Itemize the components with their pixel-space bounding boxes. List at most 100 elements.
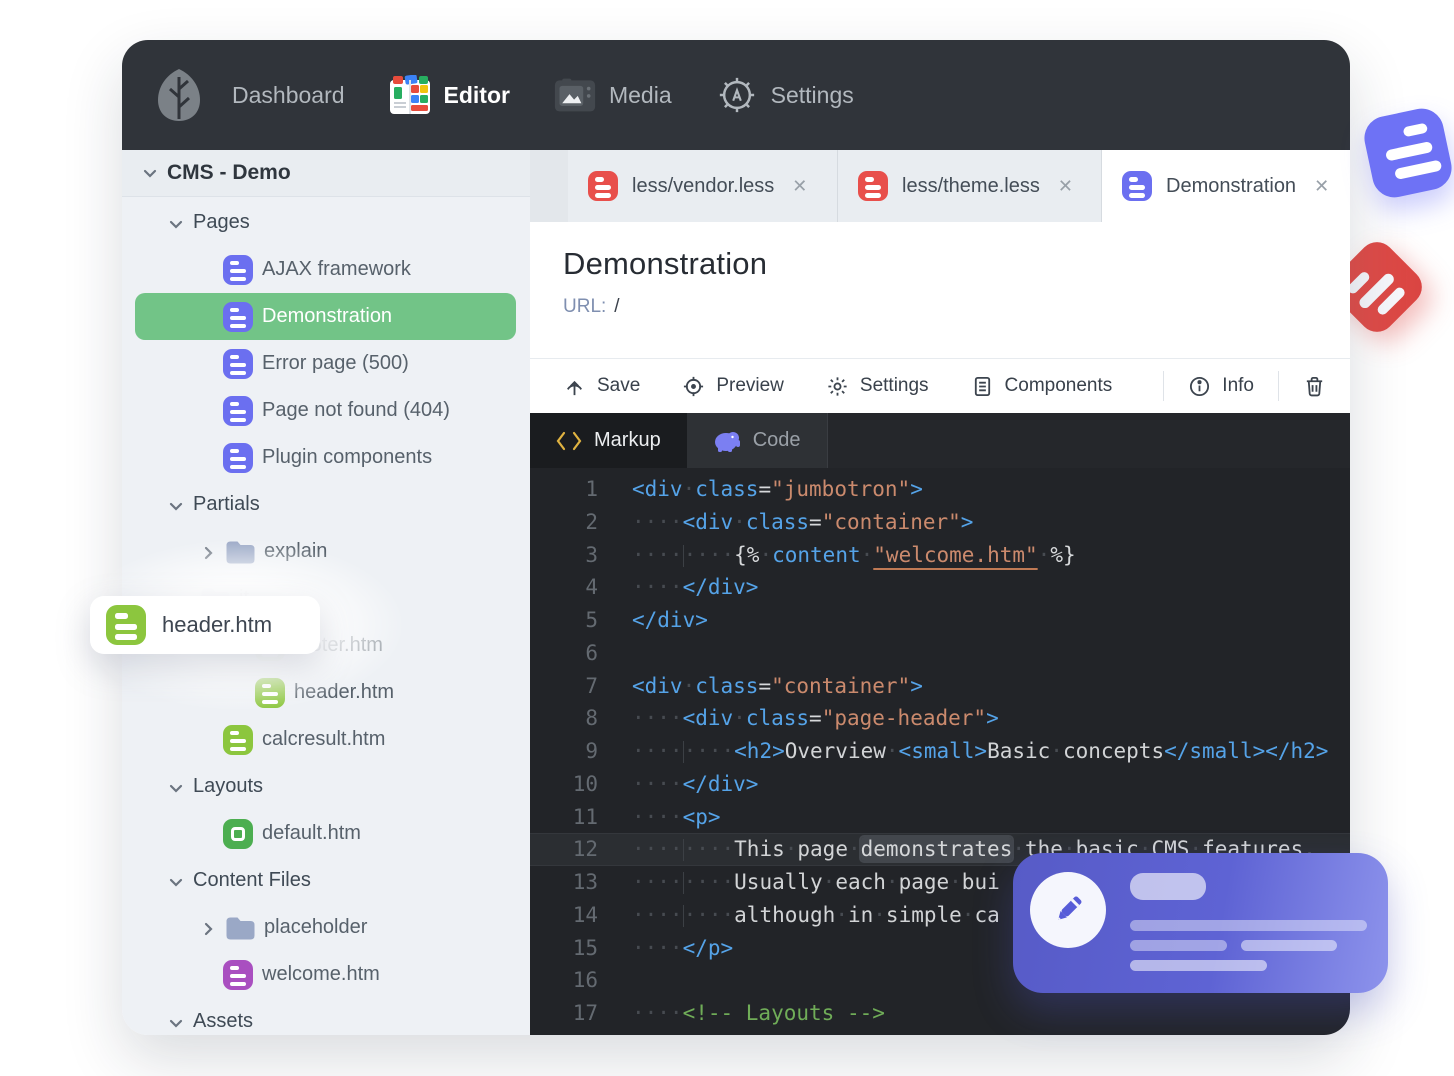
layout-file-icon (223, 818, 253, 849)
line-content: ········{%·content·"welcome.htm"·%} (632, 542, 1076, 567)
gear-icon (828, 376, 847, 396)
tree-item-label: header.htm (294, 681, 395, 703)
nav-item-dashboard[interactable]: Dashboard (232, 82, 345, 109)
close-tab-icon[interactable]: ✕ (792, 176, 807, 197)
tree-item-label: Error page (500) (262, 352, 409, 374)
card-skeleton-title (1130, 873, 1206, 900)
tree-item-pages[interactable]: Pages (122, 199, 530, 246)
file-icon (255, 677, 285, 708)
close-tab-icon[interactable]: ✕ (1058, 176, 1073, 197)
line-number: 8 (585, 706, 598, 731)
tab-label: Demonstration (1166, 174, 1297, 197)
card-skeleton-line (1130, 960, 1267, 971)
file-icon (223, 395, 253, 426)
tree-item-welcome-htm[interactable]: welcome.htm (122, 951, 530, 998)
nav-label: Settings (770, 81, 854, 108)
line-content: ····</div> (632, 771, 759, 796)
tree-item-ajax-framework[interactable]: AJAX framework (122, 246, 530, 293)
media-icon (554, 78, 596, 112)
line-content: ········<h2>Overview·<small>Basic·concep… (632, 739, 1329, 763)
tab-less-theme-less[interactable]: less/theme.less ✕ (838, 150, 1102, 222)
tree-item-demonstration[interactable]: Demonstration (122, 293, 530, 340)
tree-item-label: calcresult.htm (262, 728, 386, 750)
pencil-badge (1030, 872, 1106, 948)
tree-item-error-page-500[interactable]: Error page (500) (122, 340, 530, 387)
code-line: 17 ····<!-- Layouts --> (530, 997, 1350, 1030)
tree-item-default-htm[interactable]: default.htm (122, 810, 530, 857)
document-tabstrip: less/vendor.less ✕ less/theme.less ✕ Demonst… (530, 150, 1350, 222)
nav-item-media[interactable]: Media (554, 75, 672, 115)
line-content: ····<div·class="container"> (632, 509, 974, 534)
tree-item-page-not-found-404[interactable]: Page not found (404) (122, 387, 530, 434)
tree-item-layouts[interactable]: Layouts (122, 763, 530, 810)
nav-item-settings[interactable]: Settings (716, 75, 854, 115)
code-line: 4 ····</div> (530, 571, 1350, 604)
line-number: 5 (585, 608, 598, 632)
line-number: 15 (572, 935, 598, 960)
trash-icon (1306, 376, 1323, 396)
delete-button[interactable] (1303, 375, 1326, 398)
file-icon (223, 348, 253, 379)
editor-tab-label: Code (752, 429, 801, 451)
tree-item-label: Layouts (193, 775, 264, 797)
settings-button[interactable]: Settings (826, 375, 929, 398)
sidebar-root-item[interactable]: CMS - Demo (122, 150, 530, 197)
chevron-down-icon (143, 169, 157, 178)
components-button[interactable]: Components (971, 375, 1112, 398)
folder-icon (225, 916, 255, 940)
line-content: ········although·in·simple·ca (632, 902, 1000, 927)
leaf-logo-icon[interactable] (156, 67, 202, 123)
url-value: / (614, 296, 620, 317)
folder-icon (225, 540, 255, 564)
tab-label: less/vendor.less (632, 174, 775, 197)
tree-item-label: placeholder (264, 916, 368, 938)
components-doc-icon (974, 376, 990, 396)
close-tab-icon[interactable]: ✕ (1314, 176, 1329, 197)
toolbar-separator (1163, 371, 1165, 401)
settings-label: Settings (859, 375, 929, 396)
line-content: ····<!-- Layouts --> (632, 1001, 885, 1025)
tab-less-vendor-less[interactable]: less/vendor.less ✕ (568, 150, 838, 222)
preview-button[interactable]: Preview (682, 375, 784, 398)
drag-ghost[interactable]: header.htm (90, 596, 320, 654)
preview-label: Preview (716, 375, 784, 396)
nav-item-editor[interactable]: Editor (389, 75, 510, 115)
tree-item-calcresult-htm[interactable]: calcresult.htm (122, 716, 530, 763)
line-number: 14 (572, 902, 598, 927)
tree-item-placeholder[interactable]: placeholder (122, 904, 530, 951)
tree-item-header-htm[interactable]: header.htm (122, 669, 530, 716)
tree-item-assets[interactable]: Assets (122, 998, 530, 1035)
info-icon (1190, 376, 1210, 396)
tab-demonstration[interactable]: Demonstration ✕ (1102, 150, 1350, 222)
save-button[interactable]: Save (563, 375, 640, 398)
tree-item-label: AJAX framework (262, 258, 411, 280)
markup-brackets-icon (556, 431, 582, 450)
tab-label: less/theme.less (902, 174, 1040, 197)
card-skeleton-line (1241, 940, 1337, 951)
php-elephant-icon (714, 431, 740, 452)
tree-item-content-files[interactable]: Content Files (122, 857, 530, 904)
editor-tabstrip: Markup Code (530, 413, 1350, 468)
line-number: 1 (585, 477, 598, 501)
editor-tab-markup[interactable]: Markup (530, 413, 687, 468)
editor-tab-code[interactable]: Code (686, 413, 828, 468)
file-icon (858, 171, 888, 201)
tree-item-explain[interactable]: explain (122, 528, 530, 575)
line-number: 12 (572, 837, 598, 862)
line-number: 7 (585, 673, 598, 698)
info-button[interactable]: Info (1188, 375, 1254, 398)
top-navbar: Dashboard Editor Media Settings (122, 40, 1350, 150)
line-content: ····<p> (632, 804, 721, 829)
line-number: 17 (572, 1001, 598, 1025)
chevron-down-icon (168, 215, 184, 231)
tree-item-label: default.htm (262, 822, 361, 844)
tree-item-partials[interactable]: Partials (122, 481, 530, 528)
chevron-down-icon (168, 497, 184, 513)
file-icon (1122, 171, 1152, 201)
line-number: 4 (585, 575, 598, 600)
document-header: Demonstration URL: / (530, 222, 1350, 358)
code-line: 5 </div> (530, 604, 1350, 637)
nav-label: Editor (443, 81, 510, 108)
line-number: 2 (585, 509, 598, 534)
tree-item-plugin-components[interactable]: Plugin components (122, 434, 530, 481)
